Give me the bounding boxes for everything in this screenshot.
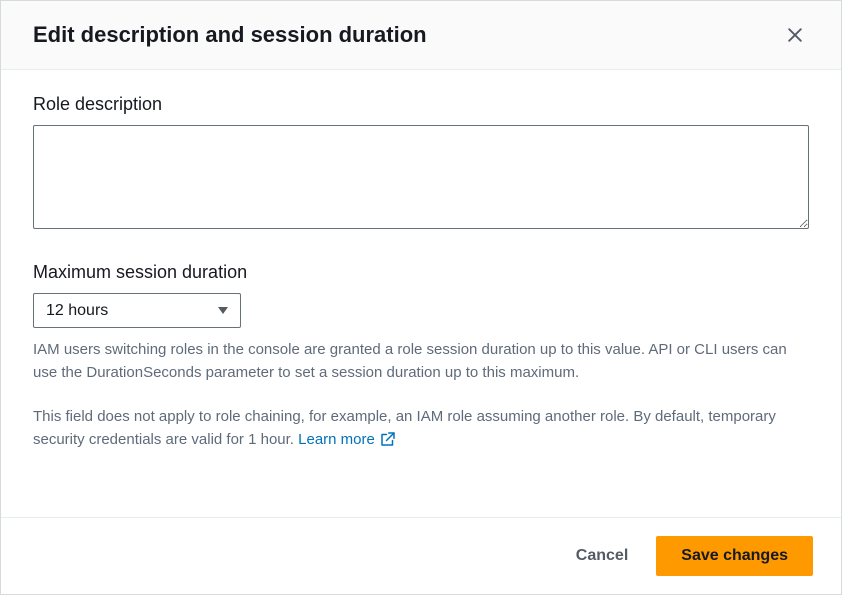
helper-text-2-content: This field does not apply to role chaini… [33, 408, 776, 448]
helper-text-1: IAM users switching roles in the console… [33, 338, 809, 385]
modal-footer: Cancel Save changes [1, 517, 841, 594]
external-link-icon [379, 430, 397, 448]
max-session-duration-label: Maximum session duration [33, 262, 809, 283]
modal-title: Edit description and session duration [33, 22, 427, 48]
role-description-input[interactable] [33, 125, 809, 229]
learn-more-link[interactable]: Learn more [298, 428, 397, 451]
modal-body: Role description Maximum session duratio… [1, 70, 841, 517]
close-icon [785, 25, 805, 45]
helper-text-2: This field does not apply to role chaini… [33, 405, 809, 452]
edit-role-modal: Edit description and session duration Ro… [0, 0, 842, 595]
close-button[interactable] [781, 21, 809, 49]
learn-more-label: Learn more [298, 428, 375, 451]
save-changes-button[interactable]: Save changes [656, 536, 813, 576]
role-description-label: Role description [33, 94, 809, 115]
max-session-duration-select[interactable]: 12 hours [33, 293, 241, 328]
role-description-group: Role description [33, 94, 809, 234]
max-session-duration-group: Maximum session duration 12 hours IAM us… [33, 262, 809, 451]
modal-header: Edit description and session duration [1, 1, 841, 70]
cancel-button[interactable]: Cancel [568, 537, 636, 575]
max-session-duration-select-wrapper: 12 hours [33, 293, 241, 328]
